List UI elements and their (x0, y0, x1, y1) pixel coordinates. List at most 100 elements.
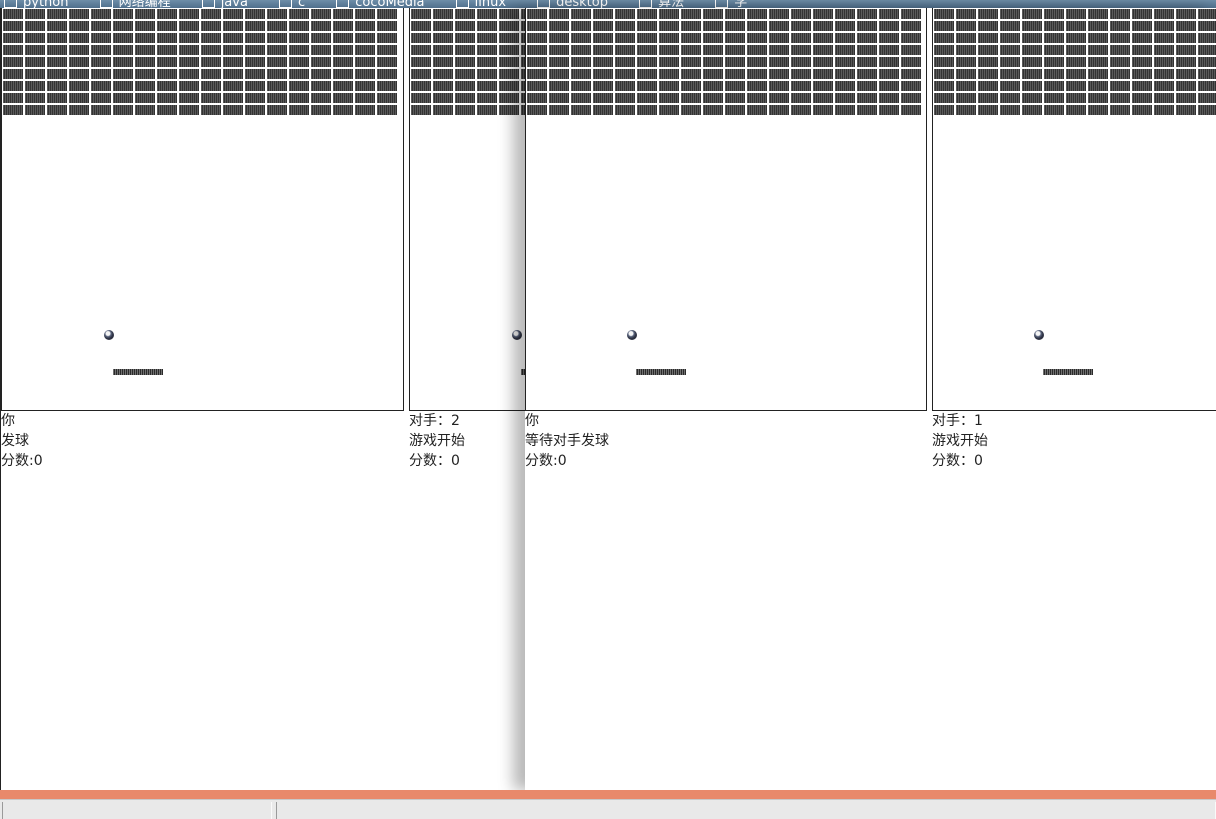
brick (956, 9, 976, 19)
brick (637, 69, 657, 79)
brick (267, 45, 287, 55)
brick (1176, 21, 1196, 31)
player-label: 你 (1, 413, 15, 429)
bookmark-network[interactable]: 网络编程 (96, 0, 171, 8)
brick (355, 69, 375, 79)
brick (659, 33, 679, 43)
brick (311, 81, 331, 91)
brick (113, 9, 133, 19)
brick (267, 57, 287, 67)
brick (879, 81, 899, 91)
brick (934, 69, 954, 79)
bookmark-desktop[interactable]: desktop (533, 0, 608, 8)
brick (333, 93, 353, 103)
brick (1132, 21, 1152, 31)
brick (113, 45, 133, 55)
brick (681, 93, 701, 103)
brick (879, 69, 899, 79)
brick (1110, 33, 1130, 43)
brick (549, 21, 569, 31)
brick (637, 33, 657, 43)
brick (857, 45, 877, 55)
bookmark-coco[interactable]: cocoMedia (332, 0, 424, 8)
brick (1066, 21, 1086, 31)
bookmark-java[interactable]: java (198, 0, 248, 8)
brick (791, 21, 811, 31)
brick (223, 45, 243, 55)
brick (956, 33, 976, 43)
brick (1154, 81, 1174, 91)
brick (499, 21, 519, 31)
brick (333, 57, 353, 67)
paddle[interactable] (636, 369, 686, 375)
brick (978, 69, 998, 79)
brick (135, 33, 155, 43)
brick (47, 81, 67, 91)
brick (25, 105, 45, 115)
paddle[interactable] (113, 369, 163, 375)
brick (615, 21, 635, 31)
brick (433, 81, 453, 91)
brick (377, 57, 397, 67)
brick (1198, 81, 1216, 91)
brick (477, 57, 497, 67)
brick (769, 33, 789, 43)
game-status: 等待对手发球 (525, 433, 609, 449)
brick (615, 105, 635, 115)
brick (333, 21, 353, 31)
brick (477, 33, 497, 43)
brick (91, 93, 111, 103)
brick (201, 57, 221, 67)
bookmark-linux[interactable]: linux (452, 0, 506, 8)
brick (113, 57, 133, 67)
brick (549, 105, 569, 115)
brick (411, 21, 431, 31)
brick (703, 45, 723, 55)
brick (289, 57, 309, 67)
brick (477, 21, 497, 31)
brick (659, 57, 679, 67)
brick (857, 69, 877, 79)
brick (549, 57, 569, 67)
brick (69, 57, 89, 67)
self-board[interactable] (1, 8, 404, 411)
brick (201, 9, 221, 19)
brick (813, 105, 833, 115)
brick (593, 45, 613, 55)
bookmark-c[interactable]: c (275, 0, 305, 8)
brick (1044, 45, 1064, 55)
brick (1154, 9, 1174, 19)
brick (91, 69, 111, 79)
bookmark-study[interactable]: 学 (711, 0, 747, 8)
brick (3, 81, 23, 91)
brick (157, 9, 177, 19)
brick (725, 45, 745, 55)
brick (411, 93, 431, 103)
brick (857, 33, 877, 43)
brick (455, 93, 475, 103)
brick (1000, 93, 1020, 103)
brick (879, 93, 899, 103)
brick (355, 33, 375, 43)
brick (857, 57, 877, 67)
brick (747, 45, 767, 55)
brick (659, 81, 679, 91)
brick (769, 69, 789, 79)
brick (978, 21, 998, 31)
brick (311, 33, 331, 43)
brick (245, 57, 265, 67)
bookmark-python[interactable]: python (0, 0, 68, 8)
brick (571, 57, 591, 67)
brick (1176, 93, 1196, 103)
brick (433, 33, 453, 43)
brick (3, 9, 23, 19)
bookmark-algorithm[interactable]: 算法 (635, 0, 684, 8)
brick (499, 9, 519, 19)
self-board[interactable] (525, 8, 927, 411)
brick (47, 57, 67, 67)
brick (113, 105, 133, 115)
brick (1022, 93, 1042, 103)
brick (135, 105, 155, 115)
brick (1022, 33, 1042, 43)
brick (69, 45, 89, 55)
